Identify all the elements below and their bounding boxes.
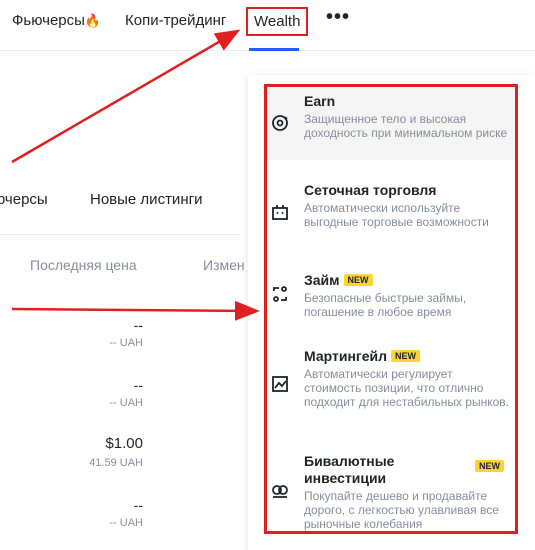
annotation-arrows [11, 29, 260, 321]
annotation-arrow-to-wealth [11, 29, 241, 164]
annotation-arrow-to-dropdown [11, 300, 260, 321]
